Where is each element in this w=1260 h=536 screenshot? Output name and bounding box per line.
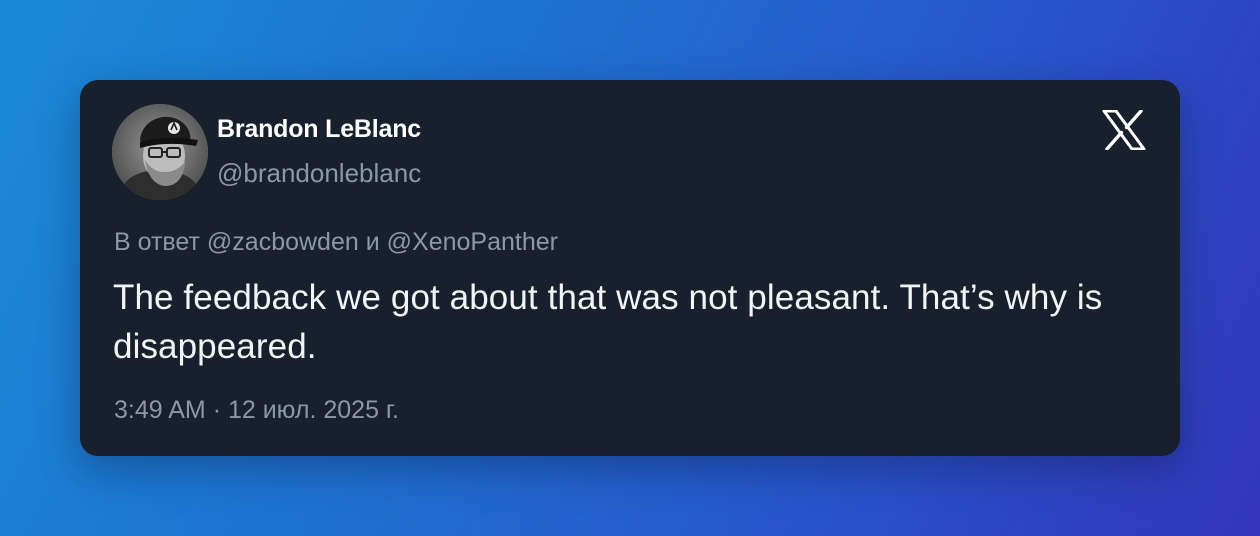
user-avatar-photo-icon [112,104,208,200]
reply-mention-xenopanther[interactable]: @XenoPanther [387,228,558,256]
x-logo-icon[interactable] [1102,109,1146,151]
avatar[interactable] [112,104,208,200]
reply-prefix: В ответ [114,228,200,256]
tweet-time: 3:49 AM [114,396,206,424]
timestamp-separator: · [212,396,222,424]
x-logo-glyph [1102,109,1146,151]
reply-conjunction: и [365,228,380,256]
author-display-name[interactable]: Brandon LeBlanc [217,115,421,144]
tweet-date: 12 июл. 2025 г. [227,396,399,424]
tweet-card: Brandon LeBlanc @brandonleblanc В ответ … [80,80,1180,456]
author-handle[interactable]: @brandonleblanc [217,158,421,189]
tweet-text: The feedback we got about that was not p… [113,278,1103,366]
reply-mention-zacbowden[interactable]: @zacbowden [207,228,359,256]
tweet-timestamp[interactable]: 3:49 AM · 12 июл. 2025 г. [114,396,399,425]
reply-context: В ответ @zacbowden и @XenoPanther [114,228,558,257]
